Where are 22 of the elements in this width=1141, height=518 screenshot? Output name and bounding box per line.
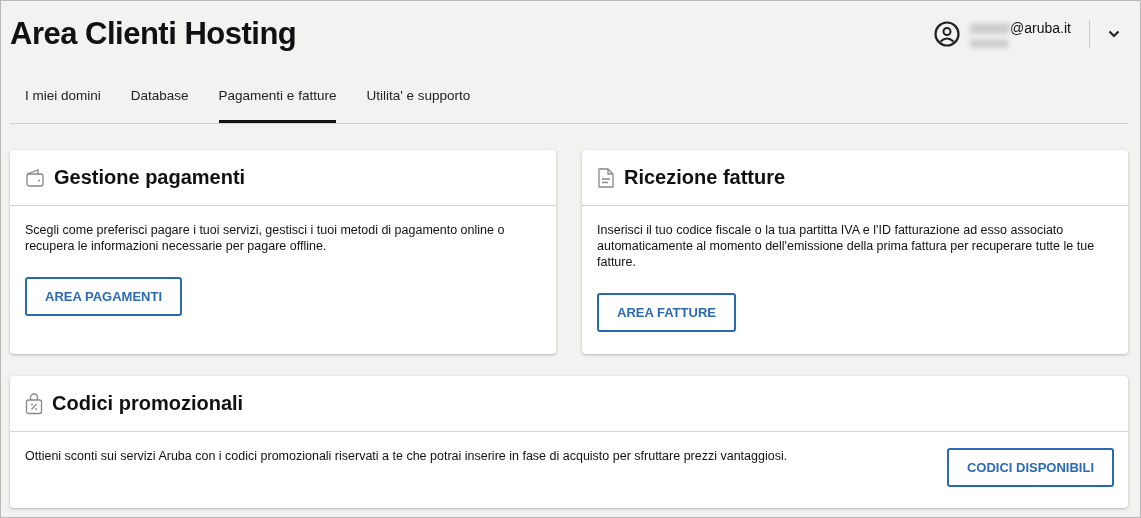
nav-tab[interactable]: Pagamenti e fatture [218,67,337,123]
chevron-down-icon[interactable] [1108,30,1120,38]
card-title: Gestione pagamenti [54,166,246,189]
card-description: Ottieni sconti sui servizi Aruba con i codici promozionali riservati a te che potrai inserire in fase di acquisto per sfruttare prezzi vantaggiosi. [25,448,788,464]
action-button[interactable]: AREA FATTURE [597,293,736,332]
card-title: Ricezione fatture [624,166,786,189]
document-icon [597,166,615,189]
card-title: Codici promozionali [52,392,244,415]
shopping-bag-icon [25,392,43,415]
redacted-text [970,39,1009,48]
nav-tab[interactable]: Utilita' e supporto [366,67,471,123]
card-description: Inserisci il tuo codice fiscale o la tua partitta IVA e l'ID fatturazione ad esso associato automaticamente al momento dell'emissione della prima fattura per recuperare tutte le tue fatture. [597,222,1096,270]
action-button[interactable]: CODICI DISPONIBILI [946,448,1114,487]
card-description: Scegli come preferisci pagare i tuoi servizi, gestisci i tuoi metodi di pagamento online o recupera le informazioni necessarie per pagare offline. [25,222,506,254]
user-icon[interactable] [934,21,961,47]
user-email: @aruba.it [1010,20,1071,36]
action-button[interactable]: AREA PAGAMENTI [25,277,182,316]
wallet-icon [25,167,45,188]
nav-tab[interactable]: I miei domini [25,67,101,123]
nav-tab[interactable]: Database [130,67,189,123]
page-title: Area Clienti Hosting [10,16,297,52]
redacted-text [970,22,1011,34]
